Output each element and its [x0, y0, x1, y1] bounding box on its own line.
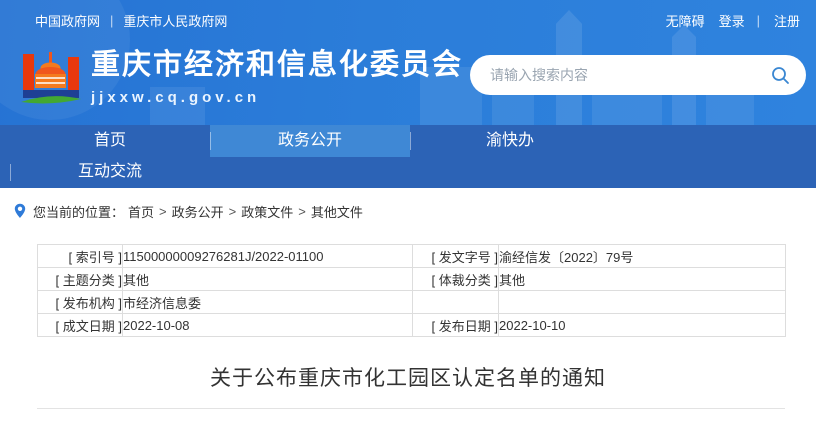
meta-label-index-no: [ 索引号 ] — [37, 244, 123, 268]
breadcrumb-item-policy-docs[interactable]: 政策文件 — [241, 202, 293, 221]
location-pin-icon — [14, 203, 26, 219]
breadcrumb-separator: > — [298, 203, 306, 219]
login-link[interactable]: 登录 — [719, 11, 745, 30]
tab-gov-affairs[interactable]: 政务公开 — [210, 125, 410, 157]
tab-home[interactable]: 首页 — [10, 125, 210, 157]
search-input[interactable] — [490, 67, 771, 83]
table-row: [ 发布机构 ] 市经济信息委 — [37, 290, 786, 314]
meta-label-publish-date: [ 发布日期 ] — [412, 313, 499, 337]
meta-label-genre: [ 体裁分类 ] — [412, 267, 499, 291]
meta-value-genre: 其他 — [498, 267, 786, 291]
meta-label-issuer: [ 发布机构 ] — [37, 290, 123, 314]
site-brand[interactable]: 重庆市经济和信息化委员会 jjxxw.cq.gov.cn — [20, 44, 463, 115]
breadcrumb-separator: > — [228, 203, 237, 219]
article-title: 关于公布重庆市化工园区认定名单的通知 — [210, 367, 606, 390]
breadcrumb-item-gov-affairs[interactable]: 政务公开 — [172, 202, 224, 221]
breadcrumb: 您当前的位置： 首页 > 政务公开 > 政策文件 > 其他文件 — [0, 188, 816, 222]
site-url: jjxxw.cq.gov.cn — [91, 89, 261, 106]
register-link[interactable]: 注册 — [774, 11, 800, 30]
meta-value-issuer: 市经济信息委 — [122, 290, 413, 314]
breadcrumb-prefix: 您当前的位置： — [33, 204, 125, 220]
breadcrumb-item-home[interactable]: 首页 — [128, 202, 154, 221]
meta-value-index-no: 11500000009276281J/2022-01100 — [122, 244, 413, 268]
site-header: 中国政府网 | 重庆市人民政府网 无障碍 登录 | 注册 重庆市经济和信息化委员… — [0, 0, 816, 125]
breadcrumb-item-other-docs[interactable]: 其他文件 — [311, 202, 363, 221]
breadcrumb-separator: > — [159, 203, 167, 219]
title-divider — [37, 408, 785, 409]
meta-value-written-date: 2022-10-08 — [122, 313, 413, 337]
topbar-divider: | — [756, 13, 760, 28]
meta-label-doc-no: [ 发文字号 ] — [412, 244, 499, 268]
tab-yukuaiban[interactable]: 渝快办 — [410, 125, 610, 157]
table-row: [ 成文日期 ] 2022-10-08 [ 发布日期 ] 2022-10-10 — [37, 313, 786, 337]
table-row: [ 索引号 ] 11500000009276281J/2022-01100 [ … — [37, 244, 786, 268]
search-icon[interactable] — [771, 66, 790, 85]
topbar-divider: | — [110, 13, 114, 28]
table-row: [ 主题分类 ] 其他 [ 体裁分类 ] 其他 — [37, 267, 786, 291]
search-box — [470, 55, 806, 95]
doc-meta-table: [ 索引号 ] 11500000009276281J/2022-01100 [ … — [37, 244, 786, 337]
top-bar: 中国政府网 | 重庆市人民政府网 无障碍 登录 | 注册 — [0, 0, 816, 30]
accessibility-link[interactable]: 无障碍 — [666, 11, 705, 30]
meta-value-doc-no: 渝经信发〔2022〕79号 — [498, 244, 786, 268]
meta-value-empty — [498, 290, 786, 314]
skyline-building — [706, 91, 754, 125]
meta-value-subject: 其他 — [122, 267, 413, 291]
meta-label-subject: [ 主题分类 ] — [37, 267, 123, 291]
govcn-link[interactable]: 中国政府网 — [35, 11, 100, 30]
meta-value-publish-date: 2022-10-10 — [498, 313, 786, 337]
meta-label-written-date: [ 成文日期 ] — [37, 313, 123, 337]
tab-interaction[interactable]: 互动交流 — [10, 157, 210, 188]
site-logo-icon — [20, 44, 82, 115]
cq-gov-link[interactable]: 重庆市人民政府网 — [123, 11, 227, 30]
meta-label-empty — [412, 290, 499, 314]
site-title: 重庆市经济和信息化委员会 — [91, 49, 464, 81]
main-nav: 首页 政务公开 渝快办 互动交流 — [0, 125, 816, 188]
